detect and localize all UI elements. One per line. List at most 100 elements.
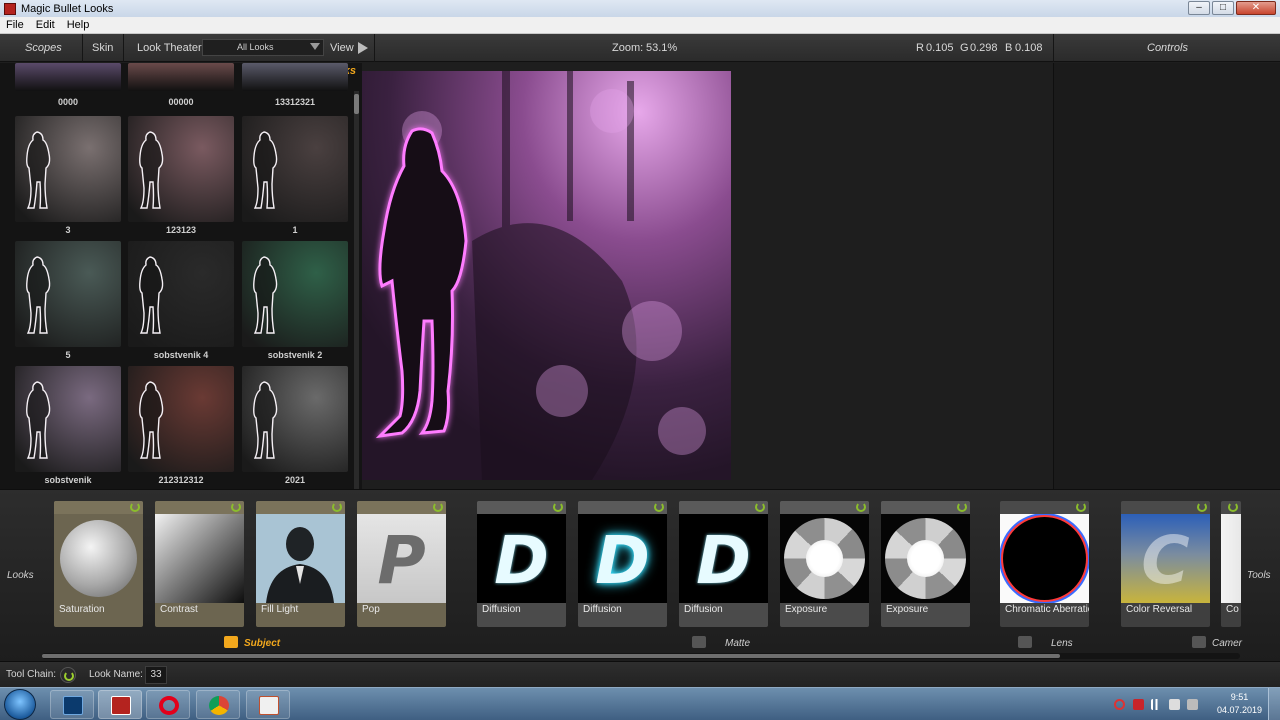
view-button[interactable]: View: [330, 34, 354, 62]
look-label: 3: [65, 225, 71, 235]
look-thumbnail[interactable]: [15, 366, 121, 472]
look-thumbnail[interactable]: [242, 366, 348, 472]
tools-scrollbar[interactable]: [42, 653, 1240, 659]
look-thumbnail[interactable]: [242, 116, 348, 222]
tool-card[interactable]: P Pop: [357, 501, 446, 627]
look-thumbnail[interactable]: [242, 63, 348, 91]
look-thumbnail[interactable]: [128, 241, 234, 347]
tool-card-header: [1221, 501, 1241, 514]
presentation-icon: [259, 696, 279, 715]
minimize-button[interactable]: –: [1188, 1, 1210, 15]
power-icon[interactable]: [231, 502, 241, 512]
chevron-down-icon: [310, 43, 320, 50]
top-toolbar: Scopes Skin Look Theater All Looks View …: [0, 34, 1280, 62]
look-thumbnail[interactable]: [242, 241, 348, 347]
taskbar-photoshop[interactable]: [50, 690, 94, 719]
toolbar-divider: [1053, 34, 1054, 62]
tool-card[interactable]: C Color Reversal: [1121, 501, 1210, 627]
taskbar-chrome[interactable]: [196, 690, 240, 719]
scopes-button[interactable]: Scopes: [25, 34, 62, 62]
gradient-icon: [155, 514, 244, 603]
tool-card[interactable]: Exposure: [780, 501, 869, 627]
controls-header: Controls: [1147, 42, 1188, 54]
silhouette-icon: [139, 381, 164, 459]
look-thumbnail[interactable]: [128, 366, 234, 472]
power-icon[interactable]: [60, 667, 76, 683]
tool-card[interactable]: Saturation: [54, 501, 143, 627]
taskbar-clock[interactable]: 9:51 04.07.2019: [1217, 691, 1262, 717]
look-label: 2021: [284, 475, 306, 485]
tool-card[interactable]: D Diffusion: [679, 501, 768, 627]
app-icon: [4, 2, 16, 15]
title-bar: Magic Bullet Looks – □ ✕: [0, 0, 1280, 17]
menu-bar: File Edit Help: [0, 17, 1280, 34]
preview-image[interactable]: [362, 71, 731, 480]
power-icon[interactable]: [1076, 502, 1086, 512]
tool-card-header: [578, 501, 667, 514]
power-icon[interactable]: [332, 502, 342, 512]
tool-card-header: [1121, 501, 1210, 514]
power-icon[interactable]: [553, 502, 563, 512]
volume-icon[interactable]: [1187, 699, 1198, 710]
scrollbar-thumb[interactable]: [354, 94, 359, 114]
tool-card[interactable]: Exposure: [881, 501, 970, 627]
menu-help[interactable]: Help: [67, 19, 90, 31]
skin-button[interactable]: Skin: [92, 34, 113, 62]
display-icon[interactable]: [1169, 699, 1180, 710]
tool-name: Co: [1226, 604, 1239, 615]
close-button[interactable]: ✕: [1236, 1, 1276, 15]
taskbar-looks[interactable]: [98, 690, 142, 719]
b-value: 0.108: [1015, 42, 1043, 54]
power-icon[interactable]: [1197, 502, 1207, 512]
taskbar-opera[interactable]: [146, 690, 190, 719]
portrait-icon: [256, 514, 345, 603]
power-icon[interactable]: [957, 502, 967, 512]
controls-panel: [1053, 63, 1280, 489]
tool-card[interactable]: Fill Light: [256, 501, 345, 627]
tool-card[interactable]: Co: [1221, 501, 1241, 627]
toolbar-divider: [374, 34, 375, 62]
tools-scrollbar-thumb[interactable]: [42, 654, 1060, 658]
tool-card[interactable]: Chromatic Aberration: [1000, 501, 1089, 627]
look-thumbnail[interactable]: [15, 241, 121, 347]
looks-app-icon: [111, 696, 131, 715]
network-icon[interactable]: [1151, 699, 1162, 710]
tool-card[interactable]: Contrast: [155, 501, 244, 627]
window-title: Magic Bullet Looks: [21, 2, 114, 15]
show-desktop-button[interactable]: [1268, 688, 1280, 720]
tool-name: Diffusion: [482, 604, 521, 615]
tool-card[interactable]: D Diffusion: [477, 501, 566, 627]
group-matte: Matte: [725, 638, 751, 649]
power-icon[interactable]: [433, 502, 443, 512]
look-thumbnail[interactable]: [15, 116, 121, 222]
g-label: G: [960, 42, 969, 54]
tool-card-header: [54, 501, 143, 514]
tool-card[interactable]: D Diffusion: [578, 501, 667, 627]
maximize-button[interactable]: □: [1212, 1, 1234, 15]
power-icon[interactable]: [130, 502, 140, 512]
start-button[interactable]: [4, 689, 36, 720]
power-icon[interactable]: [654, 502, 664, 512]
look-thumbnail[interactable]: [15, 63, 121, 91]
silhouette-icon: [26, 381, 51, 459]
looks-scrollbar[interactable]: [354, 91, 359, 489]
opera-tray-icon[interactable]: [1114, 699, 1125, 710]
power-icon[interactable]: [1228, 502, 1238, 512]
clock-date: 04.07.2019: [1216, 705, 1262, 715]
look-thumbnail[interactable]: [128, 116, 234, 222]
menu-edit[interactable]: Edit: [36, 19, 55, 31]
photoshop-icon: [63, 696, 83, 715]
look-filter-dropdown[interactable]: All Looks: [202, 39, 324, 56]
look-thumbnail[interactable]: [128, 63, 234, 91]
tool-name: Pop: [362, 604, 380, 615]
antivirus-tray-icon[interactable]: [1133, 699, 1144, 710]
taskbar-presentation[interactable]: [246, 690, 290, 719]
tool-name: Exposure: [785, 604, 828, 615]
tool-name: Color Reversal: [1126, 604, 1193, 615]
menu-file[interactable]: File: [6, 19, 24, 31]
power-icon[interactable]: [856, 502, 866, 512]
play-icon[interactable]: [358, 42, 368, 54]
tool-card-header: [679, 501, 768, 514]
power-icon[interactable]: [755, 502, 765, 512]
look-name-field[interactable]: 33: [145, 666, 167, 684]
